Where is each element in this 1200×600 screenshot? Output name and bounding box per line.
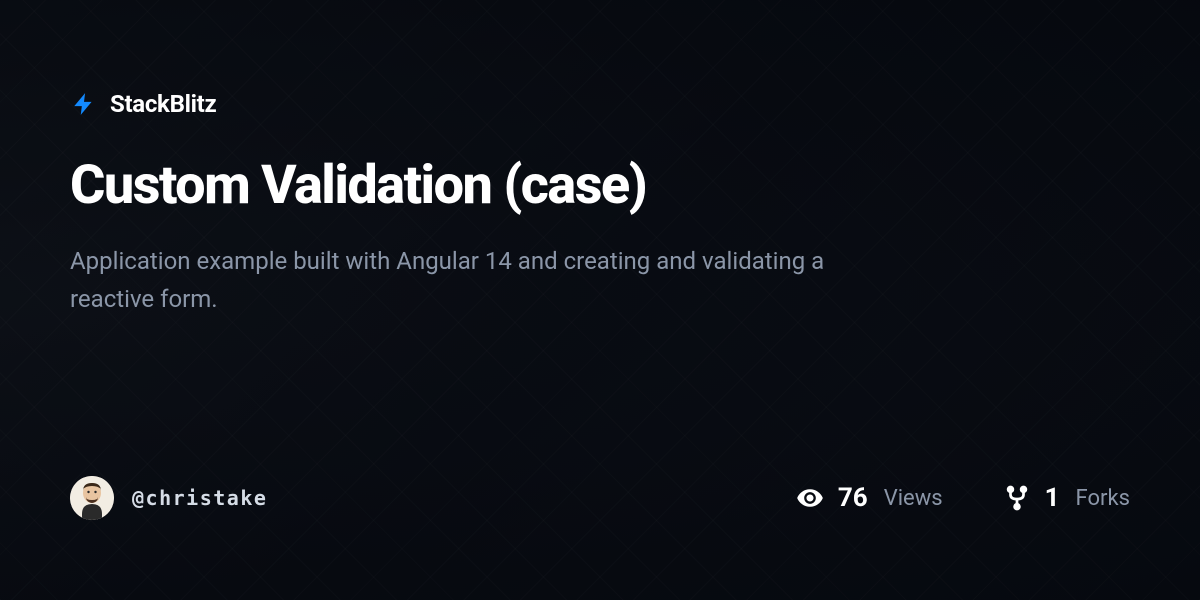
footer-row: @christake 76 Views (70, 476, 1130, 530)
eye-icon (796, 484, 824, 512)
project-title: Custom Validation (case) (70, 156, 1130, 215)
forks-label: Forks (1076, 486, 1130, 511)
views-stat: 76 Views (796, 483, 943, 513)
brand-name: StackBlitz (110, 90, 216, 118)
fork-icon (1003, 484, 1031, 512)
lightning-bolt-icon (70, 90, 98, 118)
author-info: @christake (70, 476, 267, 520)
social-card: StackBlitz Custom Validation (case) Appl… (0, 0, 1200, 600)
forks-stat: 1 Forks (1003, 483, 1130, 513)
forks-count: 1 (1045, 483, 1060, 513)
author-username: @christake (132, 486, 267, 510)
views-label: Views (884, 486, 943, 511)
brand-header: StackBlitz (70, 90, 1130, 118)
avatar (70, 476, 114, 520)
views-count: 76 (838, 483, 868, 513)
stats-row: 76 Views 1 Forks (796, 483, 1130, 513)
project-description: Application example built with Angular 1… (70, 243, 830, 317)
